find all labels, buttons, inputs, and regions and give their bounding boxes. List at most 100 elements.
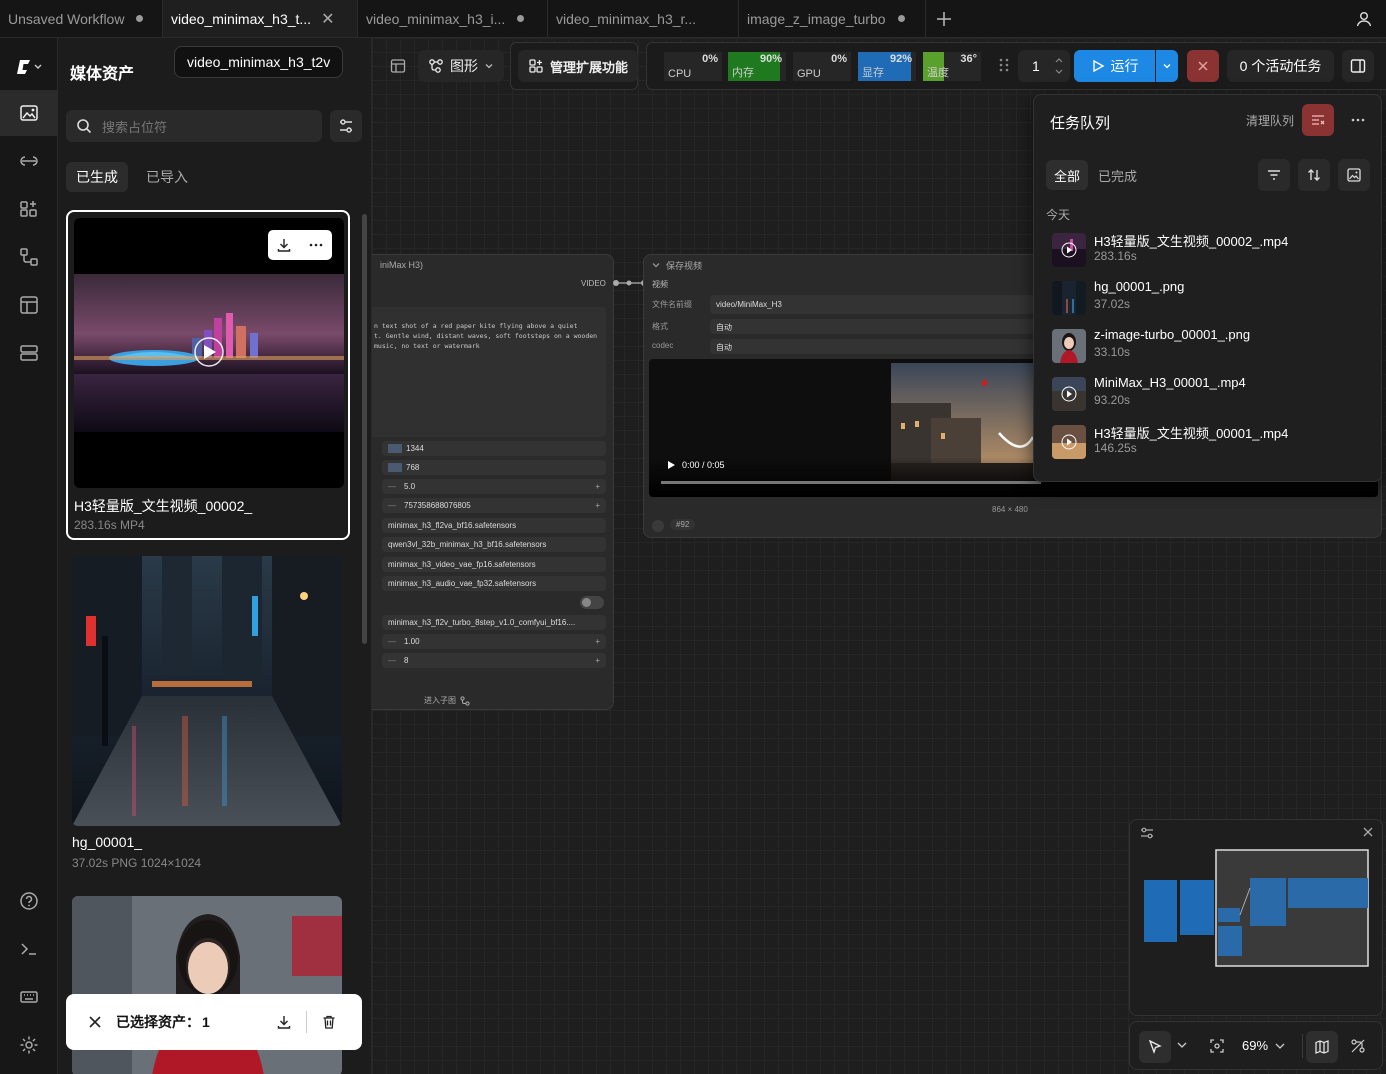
tab-image-z-image-turbo[interactable]: image_z_image_turbo	[739, 0, 926, 37]
search-placeholder: 搜索占位符	[102, 119, 168, 135]
queue-filter-button[interactable]	[1258, 159, 1290, 191]
clear-queue-button[interactable]	[1302, 104, 1334, 136]
filter-settings-button[interactable]	[330, 110, 362, 142]
minimap-settings-button[interactable]	[1140, 826, 1154, 840]
toggle-panel-button[interactable]	[386, 50, 410, 82]
delete-icon[interactable]	[321, 1014, 337, 1030]
codec-select[interactable]: 自动	[710, 339, 1040, 354]
run-count-stepper[interactable]: 1	[1018, 50, 1070, 82]
queue-tab-all[interactable]: 全部	[1046, 160, 1089, 190]
tab-imported[interactable]: 已导入	[136, 162, 198, 192]
increment-icon[interactable]: +	[595, 656, 600, 665]
more-options-icon[interactable]	[308, 237, 324, 253]
stepper-arrows-icon[interactable]	[1054, 55, 1064, 77]
toggle-minimap-button[interactable]	[1306, 1031, 1338, 1063]
download-selected-icon[interactable]	[276, 1014, 292, 1030]
help-button[interactable]	[0, 878, 58, 924]
minimax-h3-node[interactable]: iniMax H3) VIDEO n text shot of a red pa…	[372, 254, 614, 710]
zoom-dropdown[interactable]: 69%	[1242, 1038, 1286, 1053]
minimap-canvas[interactable]	[1130, 844, 1384, 1016]
steps-field[interactable]: — 8 +	[382, 653, 606, 668]
model-select[interactable]: minimax_h3_fl2va_bf16.safetensors	[382, 518, 606, 533]
queue-sort-button[interactable]	[1298, 159, 1330, 191]
queue-item[interactable]: hg_00001_.png 37.02s	[1052, 277, 1372, 317]
video-progress-bar[interactable]	[661, 481, 1041, 484]
length-field[interactable]: — 5.0 +	[382, 479, 606, 494]
queue-more-button[interactable]	[1344, 104, 1372, 136]
lora-select[interactable]: minimax_h3_fl2v_turbo_8step_v1.0_comfyui…	[382, 615, 606, 630]
graph-mode-dropdown[interactable]: 图形	[418, 50, 504, 82]
search-input[interactable]: 搜索占位符	[66, 110, 322, 142]
play-icon[interactable]	[666, 460, 676, 470]
asset-card[interactable]: hg_00001_ 37.02s PNG 1024×1024	[66, 550, 350, 880]
close-selection-icon[interactable]	[88, 1015, 102, 1029]
sidebar-item-media-assets[interactable]	[0, 90, 58, 136]
download-icon[interactable]	[276, 237, 292, 253]
enter-subgraph-button[interactable]: 进入子图	[424, 695, 470, 706]
drag-handle[interactable]	[998, 57, 1010, 73]
active-tasks-button[interactable]: 0 个活动任务	[1227, 50, 1334, 82]
tab-video-minimax-h3-i2v[interactable]: video_minimax_h3_i...	[358, 0, 548, 37]
prompt-textarea[interactable]: n text shot of a red paper kite flying a…	[372, 307, 606, 437]
comfy-logo-icon	[17, 60, 42, 74]
assets-scrollbar[interactable]	[362, 214, 367, 644]
queue-day-header: 今天	[1046, 208, 1071, 222]
queue-item[interactable]: H3轻量版_文生视频_00001_.mp4 146.25s	[1052, 421, 1372, 461]
tab-video-minimax-h3-t2v[interactable]: video_minimax_h3_t... ✕	[163, 0, 358, 37]
queue-tab-completed[interactable]: 已完成	[1098, 160, 1137, 190]
tab-unsaved-workflow[interactable]: Unsaved Workflow	[0, 0, 163, 37]
toggle-switch[interactable]	[580, 596, 604, 609]
queue-item[interactable]: H3轻量版_文生视频_00002_.mp4 283.16s	[1052, 229, 1372, 269]
terminal-button[interactable]	[0, 926, 58, 972]
run-button[interactable]: 运行	[1074, 50, 1155, 82]
select-tool-button[interactable]	[1139, 1031, 1171, 1063]
seed-field[interactable]: — 757358688076805 +	[382, 498, 606, 513]
queue-gallery-button[interactable]	[1338, 159, 1370, 191]
width-field[interactable]: 1344	[382, 441, 606, 456]
decrement-icon[interactable]: —	[388, 501, 396, 510]
video-thumbnail[interactable]	[74, 218, 344, 488]
queue-item[interactable]: z-image-turbo_00001_.png 33.10s	[1052, 325, 1372, 365]
meter-name: CPU	[668, 68, 692, 80]
run-options-dropdown[interactable]	[1156, 50, 1178, 82]
user-account-button[interactable]	[1352, 7, 1376, 31]
fit-view-button[interactable]	[1209, 1038, 1225, 1054]
text-encoder-select[interactable]: qwen3vl_32b_minimax_h3_bf16.safetensors	[382, 537, 606, 552]
new-tab-button[interactable]	[926, 0, 962, 37]
app-logo-menu[interactable]	[0, 44, 58, 90]
increment-icon[interactable]: +	[595, 637, 600, 646]
sidebar-item-workflows[interactable]	[0, 234, 58, 280]
decrement-icon[interactable]: —	[388, 637, 396, 646]
selection-count: 1	[202, 1014, 210, 1030]
audio-vae-select[interactable]: minimax_h3_audio_vae_fp32.safetensors	[382, 576, 606, 591]
cancel-run-button[interactable]	[1187, 50, 1219, 82]
height-field[interactable]: 768	[382, 460, 606, 475]
tab-generated[interactable]: 已生成	[66, 162, 128, 192]
tool-options-dropdown[interactable]	[1176, 1039, 1188, 1051]
increment-icon[interactable]: +	[595, 501, 600, 510]
tab-video-minimax-h3-r[interactable]: video_minimax_h3_r...	[548, 0, 739, 37]
strength-field[interactable]: — 1.00 +	[382, 634, 606, 649]
sidebar-item-templates[interactable]	[0, 282, 58, 328]
collapse-chevron-icon[interactable]	[652, 261, 660, 269]
decrement-icon[interactable]: —	[388, 656, 396, 665]
video-vae-select[interactable]: minimax_h3_video_vae_fp16.safetensors	[382, 557, 606, 572]
manage-extensions-button[interactable]: 管理扩展功能	[518, 50, 639, 82]
minimap-close-button[interactable]	[1362, 826, 1374, 838]
sidebar-item-links[interactable]	[0, 138, 58, 184]
asset-card-selected[interactable]: H3轻量版_文生视频_00002_ 283.16s MP4	[66, 210, 350, 540]
toggle-links-button[interactable]	[1350, 1038, 1366, 1054]
queue-item[interactable]: MiniMax_H3_00001_.mp4 93.20s	[1052, 373, 1372, 413]
sidebar-item-models[interactable]	[0, 330, 58, 376]
increment-icon[interactable]: +	[595, 482, 600, 491]
format-select[interactable]: 自动	[710, 319, 1040, 334]
toggle-right-panel-button[interactable]	[1342, 50, 1374, 82]
image-thumbnail[interactable]	[72, 556, 342, 826]
settings-button[interactable]	[0, 1022, 58, 1068]
keyboard-shortcuts-button[interactable]	[0, 974, 58, 1020]
close-tab-icon[interactable]: ✕	[321, 9, 334, 29]
codec-label: codec	[652, 341, 674, 350]
sidebar-item-node-library[interactable]	[0, 186, 58, 232]
decrement-icon[interactable]: —	[388, 482, 396, 491]
filename-prefix-input[interactable]: video/MiniMax_H3	[710, 295, 1040, 314]
